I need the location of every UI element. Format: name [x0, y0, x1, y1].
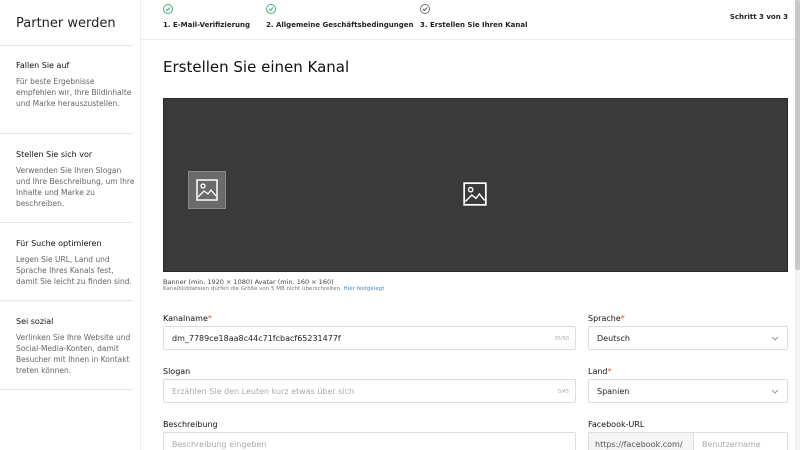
file-size-hint-text: Kanalbilddateien dürfen die Größe von 5 … — [163, 286, 342, 292]
banner-upload-area[interactable] — [163, 98, 788, 272]
channel-name-value: dm_7789ce18aa8c44c71fcbacf65231477f — [172, 334, 341, 343]
image-icon — [196, 179, 218, 201]
sidebar-section-social: Sei sozial Verlinken Sie Ihre Website un… — [16, 317, 136, 376]
check-circle-icon — [163, 4, 173, 14]
facebook-input[interactable]: https://facebook.com/ Benutzername — [588, 432, 788, 450]
main-content: 1. E-Mail-Verifizierung 2. Allgemeine Ge… — [140, 0, 796, 450]
channel-name-input[interactable]: dm_7789ce18aa8c44c71fcbacf65231477f 35/5… — [163, 326, 576, 350]
sidebar-divider — [0, 45, 133, 46]
required-mark: * — [207, 314, 212, 323]
sidebar-section-desc: Für beste Ergebnisse empfehlen wir, Ihre… — [16, 77, 132, 108]
country-label: Land* — [588, 367, 612, 376]
scrollbar[interactable] — [795, 0, 800, 450]
facebook-label: Facebook-URL — [588, 420, 645, 429]
sidebar-section-title: Fallen Sie auf — [16, 61, 70, 70]
scrollbar-thumb[interactable] — [795, 0, 800, 270]
sidebar-section-title: Stellen Sie sich vor — [16, 150, 93, 159]
slogan-placeholder: Erzählen Sie den Leuten kurz etwas über … — [172, 387, 355, 396]
sidebar-section-desc: Verlinken Sie Ihre Website und Social-Me… — [16, 333, 131, 375]
step-label: 2. Allgemeine Geschäftsbedingungen — [266, 21, 414, 29]
sidebar-section-title: Für Suche optimieren — [16, 239, 102, 248]
facebook-prefix-text: https://facebook.com/ — [595, 440, 683, 449]
check-circle-icon — [420, 4, 430, 14]
sidebar-divider — [0, 222, 133, 223]
country-value: Spanien — [597, 387, 630, 396]
sidebar-section-desc: Verwenden Sie Ihren Slogan und Ihre Besc… — [16, 166, 135, 208]
language-label: Sprache* — [588, 314, 625, 323]
description-input[interactable]: Beschreibung eingeben — [163, 432, 576, 450]
image-size-hint: Banner (min. 1920 × 1080) Avatar (min. 1… — [163, 278, 334, 286]
slogan-input[interactable]: Erzählen Sie den Leuten kurz etwas über … — [163, 379, 576, 403]
step-progress: 1. E-Mail-Verifizierung 2. Allgemeine Ge… — [141, 0, 796, 40]
file-size-hint: Kanalbilddateien dürfen die Größe von 5 … — [163, 286, 384, 292]
step-email-verification: 1. E-Mail-Verifizierung — [163, 4, 250, 29]
sidebar-section-introduce: Stellen Sie sich vor Verwenden Sie Ihren… — [16, 150, 136, 209]
step-label: 3. Erstellen Sie Ihren Kanal — [420, 21, 528, 29]
required-mark: * — [607, 367, 612, 376]
language-label-text: Sprache — [588, 314, 621, 323]
channel-name-label-text: Kanalname — [163, 314, 208, 323]
facebook-url-prefix: https://facebook.com/ — [589, 433, 694, 450]
language-select[interactable]: Deutsch — [588, 326, 788, 350]
required-mark: * — [620, 314, 625, 323]
step-terms: 2. Allgemeine Geschäftsbedingungen — [266, 4, 414, 29]
sidebar-divider — [0, 300, 133, 301]
image-icon — [463, 182, 487, 206]
brand-title: Partner werden — [16, 16, 116, 31]
country-select[interactable]: Spanien — [588, 379, 788, 403]
check-circle-icon — [266, 4, 276, 14]
avatar-upload-button[interactable] — [188, 171, 226, 209]
step-create-channel: 3. Erstellen Sie Ihren Kanal — [420, 4, 528, 29]
char-counter: 35/50 — [554, 336, 569, 342]
language-value: Deutsch — [597, 334, 630, 343]
sidebar-section-search: Für Suche optimieren Legen Sie URL, Land… — [16, 239, 136, 287]
size-hint-link[interactable]: Hier festgelegt — [344, 286, 385, 292]
sidebar-section-stand-out: Fallen Sie auf Für beste Ergebnisse empf… — [16, 61, 136, 109]
chevron-down-icon — [771, 389, 779, 394]
sidebar-section-title: Sei sozial — [16, 317, 54, 326]
sidebar-divider — [0, 133, 133, 134]
step-counter: Schritt 3 von 3 — [729, 13, 788, 21]
sidebar: Partner werden Fallen Sie auf Für beste … — [0, 0, 140, 450]
sidebar-section-desc: Legen Sie URL, Land und Sprache Ihres Ka… — [16, 255, 132, 286]
country-label-text: Land — [588, 367, 608, 376]
channel-name-label: Kanalname* — [163, 314, 212, 323]
page-title: Erstellen Sie einen Kanal — [163, 58, 350, 76]
char-counter: 0/45 — [557, 389, 569, 395]
description-label: Beschreibung — [163, 420, 218, 429]
sidebar-divider — [0, 389, 133, 390]
step-label: 1. E-Mail-Verifizierung — [163, 21, 251, 29]
description-placeholder: Beschreibung eingeben — [172, 440, 267, 449]
chevron-down-icon — [771, 336, 779, 341]
facebook-username-placeholder: Benutzername — [702, 440, 761, 449]
banner-upload-button[interactable] — [462, 181, 488, 207]
slogan-label: Slogan — [163, 367, 191, 376]
